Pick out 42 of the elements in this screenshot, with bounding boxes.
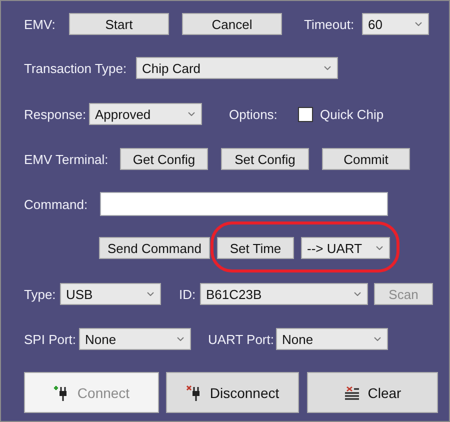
field-label: SPI Port: — [24, 332, 78, 346]
transaction-type-select[interactable]: Chip Card — [136, 57, 338, 79]
set-time-button[interactable]: Set Time — [217, 237, 294, 259]
disconnect-button[interactable]: Disconnect — [166, 372, 299, 413]
action-button[interactable]: Start — [69, 13, 169, 35]
chevron-icon — [188, 112, 195, 116]
field-label: Response: — [24, 106, 88, 122]
chevron-icon — [376, 246, 383, 250]
field-label: ID: — [179, 286, 197, 302]
chevron-icon — [354, 292, 361, 296]
chevron-icon — [177, 337, 184, 341]
id-select[interactable]: B61C23B — [200, 283, 368, 305]
field-label: Timeout: — [304, 16, 356, 32]
chevron-icon — [147, 292, 154, 296]
uart-port-select[interactable]: None — [276, 328, 388, 350]
field-label: Command: — [24, 196, 89, 212]
chevron-icon — [374, 337, 381, 341]
clear-list-icon — [344, 384, 360, 400]
clear-button[interactable]: Clear — [307, 372, 438, 413]
send-command-button[interactable]: Send Command — [99, 237, 210, 259]
field-label: EMV Terminal: — [24, 152, 110, 166]
spi-port-select[interactable]: None — [79, 328, 191, 350]
chevron-icon — [324, 66, 331, 70]
field-label: Type: — [24, 286, 57, 302]
checkbox-label: Quick Chip — [320, 106, 385, 122]
field-label: Transaction Type: — [24, 60, 128, 76]
field-label: UART Port: — [208, 332, 275, 346]
checkbox[interactable] — [298, 106, 313, 122]
type-select[interactable]: USB — [60, 283, 161, 305]
timeout-select[interactable]: 60 — [362, 13, 429, 35]
response-select[interactable]: Approved — [89, 103, 202, 125]
target-select[interactable]: --> UART — [301, 237, 390, 259]
plug-x-icon — [186, 384, 202, 400]
command-field[interactable] — [100, 192, 388, 216]
action-button[interactable]: Cancel — [182, 13, 282, 35]
chevron-icon — [415, 22, 422, 26]
field-label: EMV: — [24, 16, 56, 32]
field-label: Options: — [229, 106, 278, 122]
action-button[interactable]: Get Config — [120, 148, 208, 170]
plug-plus-icon — [53, 384, 70, 400]
action-button[interactable]: Set Config — [221, 148, 309, 170]
action-button[interactable]: Commit — [322, 148, 410, 170]
